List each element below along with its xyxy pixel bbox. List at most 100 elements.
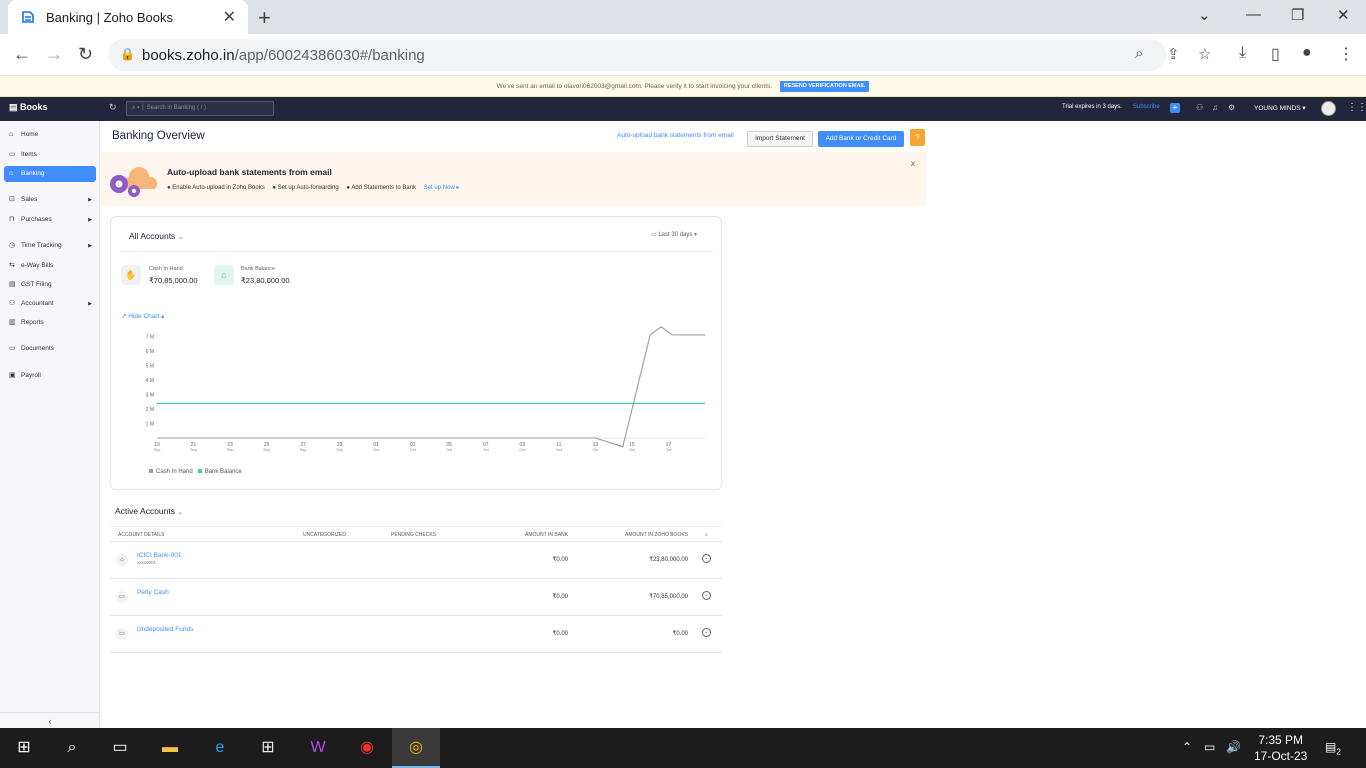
account-selector[interactable]: All Accounts ⌄ xyxy=(129,231,184,241)
row-actions-icon[interactable]: ⌄ xyxy=(702,554,711,563)
person-icon: ⚇ xyxy=(9,300,16,307)
chevron-left-icon: ‹ xyxy=(48,716,52,726)
apps-grid-icon[interactable]: ⋮⋮⋮ xyxy=(1347,102,1366,113)
recent-activity-icon[interactable]: ↻ xyxy=(109,102,117,113)
system-clock[interactable]: 7:35 PM 17-Oct-23 xyxy=(1254,732,1307,764)
column-header: ACCOUNT DETAILS xyxy=(118,532,165,538)
wps-office-icon[interactable]: W xyxy=(306,736,330,760)
zoom-icon[interactable]: ⌕ xyxy=(1135,45,1143,62)
main-content: Banking Overview Auto-upload bank statem… xyxy=(100,121,1366,728)
bookmark-star-icon[interactable]: ☆ xyxy=(1198,45,1211,63)
search-icon[interactable]: ⌕ xyxy=(60,736,84,760)
sidebar-item-purchases[interactable]: ⊓ Purchases ▶ xyxy=(4,212,96,228)
account-name-link[interactable]: Undeposited Funds xyxy=(137,626,193,633)
file-explorer-icon[interactable]: ▬ xyxy=(158,736,182,760)
sidebar-item-label: e-Way Bills xyxy=(21,262,54,269)
sidebar-item-payroll[interactable]: ▣ Payroll xyxy=(4,368,96,384)
auto-upload-link[interactable]: Auto-upload bank statements from email xyxy=(617,132,734,139)
tab-search-icon[interactable]: ⌄ xyxy=(1198,6,1211,24)
payroll-icon: ▣ xyxy=(9,372,16,379)
download-icon[interactable]: ⤓ xyxy=(1239,44,1246,62)
forward-icon[interactable]: → xyxy=(45,44,63,65)
tab-close-icon[interactable]: ✕ xyxy=(223,7,236,27)
users-icon[interactable]: ⚇ xyxy=(1196,103,1203,112)
cart-icon: ⊡ xyxy=(9,196,15,203)
lock-icon: 🔒 xyxy=(120,47,135,61)
sidebar-item-e-way-bills[interactable]: ⇆ e-Way Bills xyxy=(4,258,96,274)
active-accounts-heading[interactable]: Active Accounts ⌄ xyxy=(115,506,183,516)
battery-icon[interactable]: ▭ xyxy=(1204,740,1215,754)
help-button[interactable]: ? xyxy=(910,129,925,146)
sidebar-item-documents[interactable]: ▭ Documents xyxy=(4,341,96,357)
hide-chart-toggle[interactable]: ↗ Hide Chart ▴ xyxy=(121,312,164,320)
banner-step: ● Set up Auto-forwarding xyxy=(272,185,339,191)
sidebar-item-time-tracking[interactable]: ◷ Time Tracking ▶ xyxy=(4,238,96,254)
avatar[interactable] xyxy=(1321,101,1336,116)
sidebar-item-label: GST Filing xyxy=(21,281,52,288)
gears-illustration-icon xyxy=(110,167,158,197)
organization-switcher[interactable]: YOUNG MINDS ▾ xyxy=(1254,104,1306,112)
y-tick-label: 2 M xyxy=(146,407,154,413)
subscribe-link[interactable]: Subscribe xyxy=(1133,104,1160,110)
url-field[interactable]: 🔒 books.zoho.in/app/60024386030#/banking… xyxy=(108,39,1211,71)
sidebar-item-banking[interactable]: ⌂ Banking xyxy=(4,166,96,182)
banner-close-icon[interactable]: x xyxy=(911,159,915,168)
account-name-link[interactable]: ICICI Bank-001 xyxy=(137,552,181,559)
clock-icon: ◷ xyxy=(9,242,16,249)
app-header: ▤ Books ↻ ⌕ ▾ │ Search in Banking ( / ) … xyxy=(0,97,1366,121)
add-bank-button[interactable]: Add Bank or Credit Card xyxy=(818,131,904,147)
account-selector-label: All Accounts xyxy=(129,231,176,241)
restore-icon[interactable]: ❐ xyxy=(1291,6,1304,24)
chart-legend: Cash In Hand Bank Balance xyxy=(149,469,242,475)
windows-start-icon[interactable]: ⊞ xyxy=(12,736,36,760)
column-header: PENDING CHECKS xyxy=(391,532,437,538)
notifications-icon[interactable]: ♫ xyxy=(1212,103,1218,112)
caret-down-icon: ▾ xyxy=(694,232,698,238)
row-actions-icon[interactable]: ⌄ xyxy=(702,628,711,637)
sidebar-item-items[interactable]: ▭ Items xyxy=(4,147,96,163)
table-search-icon[interactable]: ⌕ xyxy=(705,532,708,538)
search-input[interactable]: ⌕ ▾ │ Search in Banking ( / ) xyxy=(126,101,274,116)
minimize-icon[interactable]: — xyxy=(1246,6,1261,23)
trial-notice: Trial expires in 3 days. xyxy=(1062,104,1122,110)
new-tab-icon[interactable]: + xyxy=(258,5,271,31)
set-up-now-link[interactable]: Set up Now ▸ xyxy=(424,185,460,191)
sidebar-item-home[interactable]: ⌂ Home xyxy=(4,127,96,143)
reload-icon[interactable]: ↻ xyxy=(78,44,93,65)
trend-icon: ↗ xyxy=(121,313,127,320)
collapse-sidebar-button[interactable]: ‹ xyxy=(0,712,100,728)
volume-icon[interactable]: 🔊 xyxy=(1226,740,1241,754)
hide-chart-label: Hide Chart xyxy=(128,313,160,320)
back-icon[interactable]: ← xyxy=(13,44,31,65)
store-icon[interactable]: ⊞ xyxy=(256,736,280,760)
share-icon[interactable]: ⇪ xyxy=(1167,45,1180,63)
resend-verification-button[interactable]: RESEND VERIFICATION EMAIL xyxy=(779,80,870,92)
settings-gear-icon[interactable]: ⚙ xyxy=(1228,103,1235,112)
browser-tab[interactable]: Banking | Zoho Books ✕ xyxy=(8,0,248,34)
banner-step: ● Enable Auto-upload in Zoho Books xyxy=(167,185,265,191)
chrome-icon[interactable]: ◎ xyxy=(404,736,428,760)
window-close-icon[interactable]: ✕ xyxy=(1337,6,1350,24)
import-statement-button[interactable]: Import Statement xyxy=(747,131,813,147)
sidebar-item-accountant[interactable]: ⚇ Accountant ▶ xyxy=(4,296,96,312)
account-name-link[interactable]: Petty Cash xyxy=(137,589,169,596)
browser-menu-icon[interactable]: ⋮ xyxy=(1338,44,1354,64)
quick-create-icon[interactable]: + xyxy=(1170,103,1180,113)
brand-logo[interactable]: ▤ Books xyxy=(9,102,48,113)
sidebar-item-label: Payroll xyxy=(21,372,41,379)
edge-browser-icon[interactable]: e xyxy=(208,736,232,760)
profile-icon[interactable]: ● xyxy=(1302,44,1312,62)
x-tick-label: Sep xyxy=(336,448,343,452)
period-selector[interactable]: ▭ Last 30 days ▾ xyxy=(651,231,697,238)
side-panel-icon[interactable]: ▯ xyxy=(1271,44,1280,64)
series-line xyxy=(157,326,706,448)
sidebar-item-reports[interactable]: ▥ Reports xyxy=(4,315,96,331)
screen-recorder-icon[interactable]: ◉ xyxy=(355,736,379,760)
tray-expand-icon[interactable]: ⌃ xyxy=(1182,740,1192,754)
reports-icon: ▥ xyxy=(9,319,16,326)
task-view-icon[interactable]: ▭ xyxy=(108,736,132,760)
sidebar-item-gst-filing[interactable]: ▤ GST Filing xyxy=(4,277,96,293)
sidebar-item-sales[interactable]: ⊡ Sales ▶ xyxy=(4,192,96,208)
notifications-center-icon[interactable]: ▤2 xyxy=(1325,740,1341,756)
row-actions-icon[interactable]: ⌄ xyxy=(702,591,711,600)
